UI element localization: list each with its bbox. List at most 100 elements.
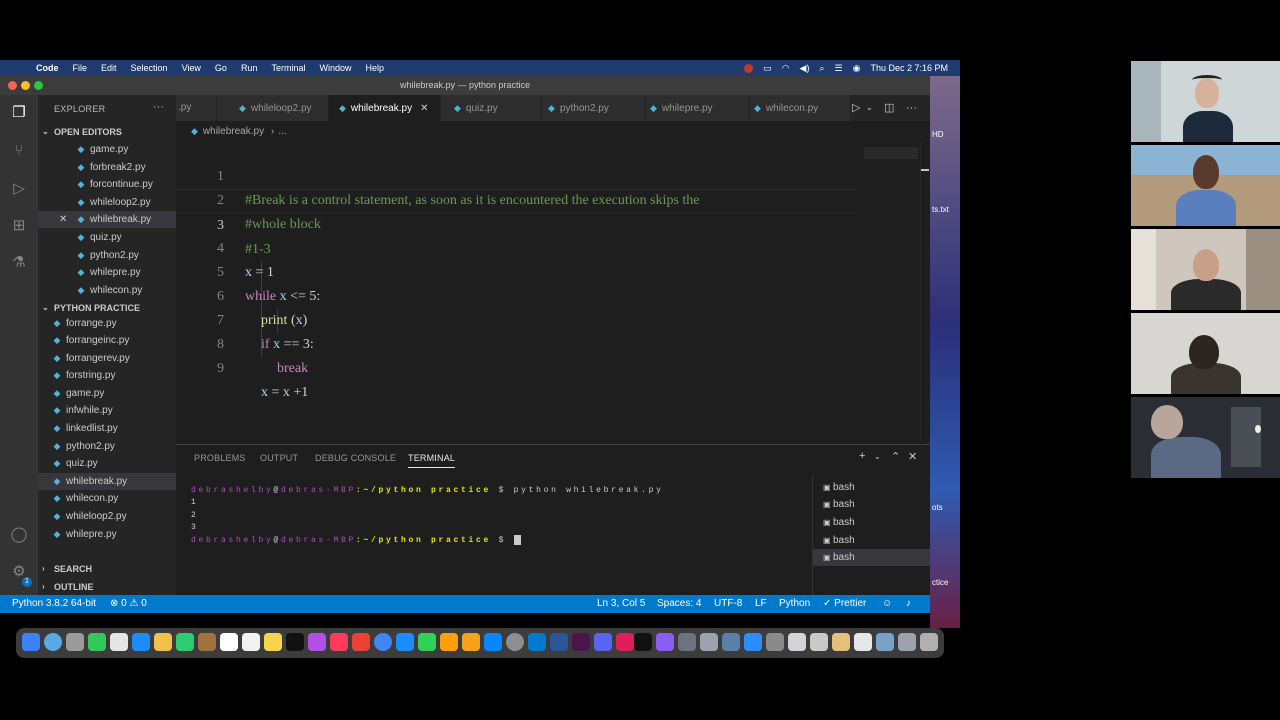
zoom-icon[interactable]	[744, 633, 762, 651]
folder-icon[interactable]	[876, 633, 894, 651]
document-icon[interactable]	[898, 633, 916, 651]
encoding-status[interactable]: UTF-8	[714, 595, 742, 613]
recording-icon[interactable]	[744, 63, 754, 73]
close-tab-icon[interactable]: ✕	[420, 103, 428, 114]
xcode-icon[interactable]	[484, 633, 502, 651]
video-tile[interactable]	[1131, 313, 1280, 394]
chrome-icon[interactable]	[374, 633, 392, 651]
indentation-status[interactable]: Spaces: 4	[657, 595, 701, 613]
mail-icon[interactable]	[132, 633, 150, 651]
app-icon[interactable]	[656, 633, 674, 651]
new-terminal-icon[interactable]: +	[859, 450, 865, 462]
problems-status[interactable]: ⊗ 0 ⚠ 0	[110, 595, 147, 613]
terminal-instance[interactable]: ▣ bash	[813, 479, 930, 496]
menubar-clock[interactable]: Thu Dec 2 7:16 PM	[870, 63, 948, 73]
file-item[interactable]: ◆ quiz.py	[38, 455, 176, 472]
file-item[interactable]: ◆ forrange.py	[38, 315, 176, 332]
menu-file[interactable]: File	[73, 63, 88, 73]
tab-problems[interactable]: PROBLEMS	[194, 453, 246, 463]
desktop-label[interactable]: ots	[932, 503, 943, 512]
control-center-icon[interactable]: ☰	[835, 63, 843, 74]
file-item[interactable]: ◆ forstring.py	[38, 367, 176, 384]
accounts-icon[interactable]: ◯	[9, 525, 29, 545]
close-icon[interactable]: ✕	[59, 211, 67, 228]
code-editor[interactable]: 1 #Break is a control statement, as soon…	[176, 141, 930, 441]
file-item[interactable]: ◆ game.py	[38, 385, 176, 402]
file-item[interactable]: ◆ infwhile.py	[38, 402, 176, 419]
pages-icon[interactable]	[440, 633, 458, 651]
discord-icon[interactable]	[594, 633, 612, 651]
menu-edit[interactable]: Edit	[101, 63, 117, 73]
finder-icon[interactable]	[22, 633, 40, 651]
spotlight-icon[interactable]: ⌕	[819, 63, 824, 74]
terminal-output[interactable]: debrashelby@debras-MBP:~/python practice…	[191, 485, 806, 585]
photos-icon[interactable]	[154, 633, 172, 651]
trash-icon[interactable]	[920, 633, 938, 651]
wifi-icon[interactable]: ◠	[782, 63, 790, 74]
open-editors-header[interactable]: ⌄ OPEN EDITORS	[38, 124, 176, 140]
file-item[interactable]: ◆ whileloop2.py	[38, 508, 176, 525]
file-item-active[interactable]: ◆ whilebreak.py	[38, 473, 176, 490]
search-section-header[interactable]: › SEARCH	[38, 561, 176, 577]
menu-terminal[interactable]: Terminal	[271, 63, 305, 73]
music-icon[interactable]	[330, 633, 348, 651]
more-actions-icon[interactable]: ···	[153, 101, 164, 113]
menu-window[interactable]: Window	[319, 63, 351, 73]
news-icon[interactable]	[352, 633, 370, 651]
terminal-dropdown-icon[interactable]: ⌄	[874, 452, 881, 461]
breadcrumb-symbols[interactable]: ...	[278, 126, 286, 137]
file-item[interactable]: ◆ whilecon.py	[38, 490, 176, 507]
breadcrumb-file[interactable]: whilebreak.py	[203, 126, 264, 137]
document-icon[interactable]	[810, 633, 828, 651]
open-editor-item-active[interactable]: ✕ ◆ whilebreak.py	[38, 211, 176, 228]
podcasts-icon[interactable]	[308, 633, 326, 651]
run-file-icon[interactable]: ▷	[852, 95, 860, 121]
slack-icon[interactable]	[616, 633, 634, 651]
tab-debug-console[interactable]: DEBUG CONSOLE	[315, 453, 396, 463]
document-icon[interactable]	[788, 633, 806, 651]
notifications-bell-icon[interactable]: ♪	[906, 595, 911, 613]
maximize-panel-icon[interactable]: ⌃	[891, 450, 900, 463]
file-item[interactable]: ◆ forrangerev.py	[38, 350, 176, 367]
messages-icon[interactable]	[88, 633, 106, 651]
menu-run[interactable]: Run	[241, 63, 258, 73]
menu-help[interactable]: Help	[365, 63, 384, 73]
preview-icon[interactable]	[678, 633, 696, 651]
video-tile[interactable]	[1131, 145, 1280, 226]
app-icon[interactable]	[700, 633, 718, 651]
appstore-icon[interactable]	[396, 633, 414, 651]
open-editor-item[interactable]: ◆ python2.py	[38, 247, 176, 264]
open-editor-item[interactable]: ◆ whilecon.py	[38, 282, 176, 299]
appletv-icon[interactable]	[286, 633, 304, 651]
close-panel-icon[interactable]: ✕	[908, 450, 917, 463]
app-icon[interactable]	[722, 633, 740, 651]
source-control-icon[interactable]: ⑂	[9, 141, 29, 161]
file-item[interactable]: ◆ whilepre.py	[38, 526, 176, 543]
language-mode-status[interactable]: Python	[779, 595, 810, 613]
maps-icon[interactable]	[110, 633, 128, 651]
file-item[interactable]: ◆ python2.py	[38, 438, 176, 455]
run-dropdown-icon[interactable]: ⌄	[866, 95, 873, 121]
minimap[interactable]	[864, 141, 918, 441]
launchpad-icon[interactable]	[66, 633, 84, 651]
explorer-icon[interactable]: ❐	[9, 103, 29, 123]
minimize-window-button[interactable]	[21, 81, 30, 90]
file-item[interactable]: ◆ forrangeinc.py	[38, 332, 176, 349]
tab-partial[interactable]: .py	[176, 95, 216, 121]
run-debug-icon[interactable]: ▷	[9, 179, 29, 199]
word-icon[interactable]	[550, 633, 568, 651]
calendar-icon[interactable]	[220, 633, 238, 651]
prettier-status[interactable]: ✓ Prettier	[823, 595, 866, 613]
terminal-instance[interactable]: ▣ bash	[813, 496, 930, 513]
facetime-icon[interactable]	[176, 633, 194, 651]
reminders-icon[interactable]	[242, 633, 260, 651]
folder-icon[interactable]	[832, 633, 850, 651]
open-editor-item[interactable]: ◆ whilepre.py	[38, 264, 176, 281]
open-editor-item[interactable]: ◆ game.py	[38, 141, 176, 158]
system-preferences-icon[interactable]	[506, 633, 524, 651]
siri-icon[interactable]: ◉	[853, 63, 861, 74]
open-editor-item[interactable]: ◆ forbreak2.py	[38, 159, 176, 176]
testing-icon[interactable]: ⚗	[9, 253, 29, 273]
open-editor-item[interactable]: ◆ forcontinue.py	[38, 176, 176, 193]
desktop-label[interactable]: ctice	[932, 578, 948, 587]
